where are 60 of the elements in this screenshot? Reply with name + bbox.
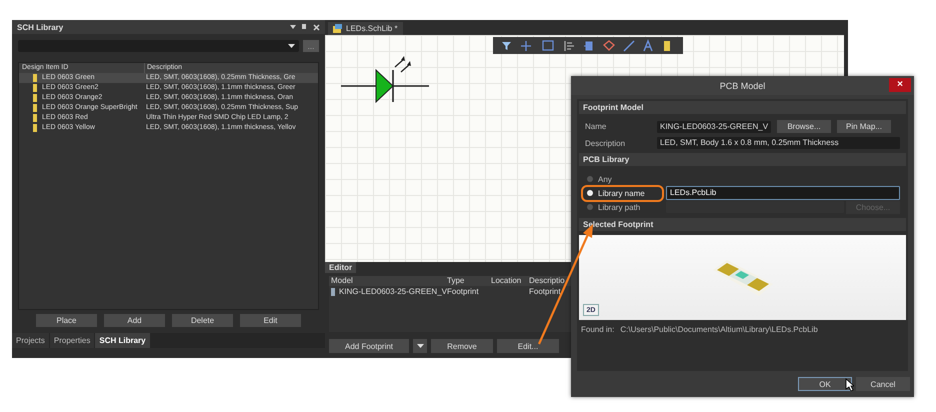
panel-tab[interactable]: SCH Library bbox=[95, 333, 150, 348]
name-field[interactable]: KING-LED0603-25-GREEN_V bbox=[657, 120, 771, 132]
caret-icon bbox=[288, 44, 295, 48]
dialog-title: PCB Model bbox=[720, 80, 766, 90]
model-type: Footprint bbox=[447, 286, 480, 298]
rectangle-select-icon[interactable] bbox=[542, 40, 554, 50]
radio-label[interactable]: Any bbox=[598, 174, 660, 184]
footprint-icon bbox=[331, 288, 335, 296]
line-icon[interactable] bbox=[624, 40, 634, 51]
section-header: PCB Library bbox=[579, 153, 906, 166]
column-header[interactable]: Type bbox=[447, 276, 491, 286]
column-header[interactable]: Model bbox=[329, 276, 447, 286]
radio-button[interactable] bbox=[587, 190, 593, 196]
panel-button[interactable]: Place bbox=[36, 314, 97, 327]
align-icon[interactable] bbox=[564, 40, 575, 52]
library-field[interactable]: LEDs.PcbLib bbox=[666, 186, 900, 200]
found-label: Found in: bbox=[581, 325, 614, 334]
edit-button[interactable]: Edit... bbox=[497, 339, 559, 353]
part-icon[interactable] bbox=[664, 40, 670, 50]
cancel-button[interactable]: Cancel bbox=[856, 377, 910, 391]
close-button[interactable]: × bbox=[889, 78, 911, 92]
library-field[interactable] bbox=[666, 201, 844, 213]
editor-tab[interactable]: Editor bbox=[325, 262, 356, 273]
panel-title: SCH Library bbox=[17, 22, 64, 32]
radio-label[interactable]: Library name bbox=[598, 188, 660, 198]
radio-button[interactable] bbox=[587, 176, 593, 182]
crosshair-icon[interactable] bbox=[520, 40, 532, 52]
panel-button[interactable]: Add bbox=[104, 314, 165, 327]
model-row[interactable]: KING-LED0603-25-GREEN_VFootprint Footprint bbox=[329, 286, 844, 298]
field-label: Description bbox=[585, 138, 626, 148]
section-header: Footprint Model bbox=[579, 101, 906, 114]
panel-tab[interactable]: Properties bbox=[50, 333, 94, 348]
remove-button[interactable]: Remove bbox=[431, 339, 493, 353]
found-path: C:\Users\Public\Documents\Altium\Library\LEDs.PcbLib bbox=[620, 325, 818, 334]
footprint-3d-drawing bbox=[710, 258, 774, 298]
panel-button[interactable]: Delete bbox=[172, 314, 233, 327]
filter-icon[interactable] bbox=[502, 42, 511, 50]
text-icon[interactable] bbox=[643, 38, 653, 52]
document-tab[interactable]: LEDs.SchLib * bbox=[328, 22, 403, 35]
caret-icon bbox=[416, 344, 424, 348]
add-footprint-button[interactable]: Add Footprint bbox=[329, 339, 409, 353]
document-icon bbox=[333, 24, 342, 33]
panel-controls-icon[interactable] bbox=[290, 24, 320, 30]
model-name: KING-LED0603-25-GREEN_V bbox=[338, 286, 447, 298]
browse-button[interactable]: Browse... bbox=[777, 120, 831, 133]
ok-button[interactable]: OK bbox=[798, 377, 852, 391]
pin-map-button[interactable]: Pin Map... bbox=[837, 120, 891, 133]
field-label: Name bbox=[585, 122, 608, 131]
radio-button[interactable] bbox=[587, 204, 593, 210]
dropdown-button[interactable] bbox=[413, 339, 427, 353]
column-header[interactable]: Location bbox=[491, 276, 529, 286]
panel-tab[interactable]: Projects bbox=[12, 333, 49, 348]
pin-icon[interactable] bbox=[584, 41, 592, 50]
radio-label[interactable]: Library path bbox=[598, 202, 660, 212]
description-field[interactable]: LED, SMT, Body 1.6 x 0.8 mm, 0.25mm Thickness bbox=[657, 137, 900, 149]
shape-icon[interactable] bbox=[603, 40, 615, 50]
section-header: Selected Footprint bbox=[579, 218, 906, 231]
panel-button[interactable]: Edit bbox=[240, 314, 301, 327]
mouse-cursor-icon bbox=[845, 378, 854, 391]
model-description: Footprint bbox=[529, 286, 562, 298]
